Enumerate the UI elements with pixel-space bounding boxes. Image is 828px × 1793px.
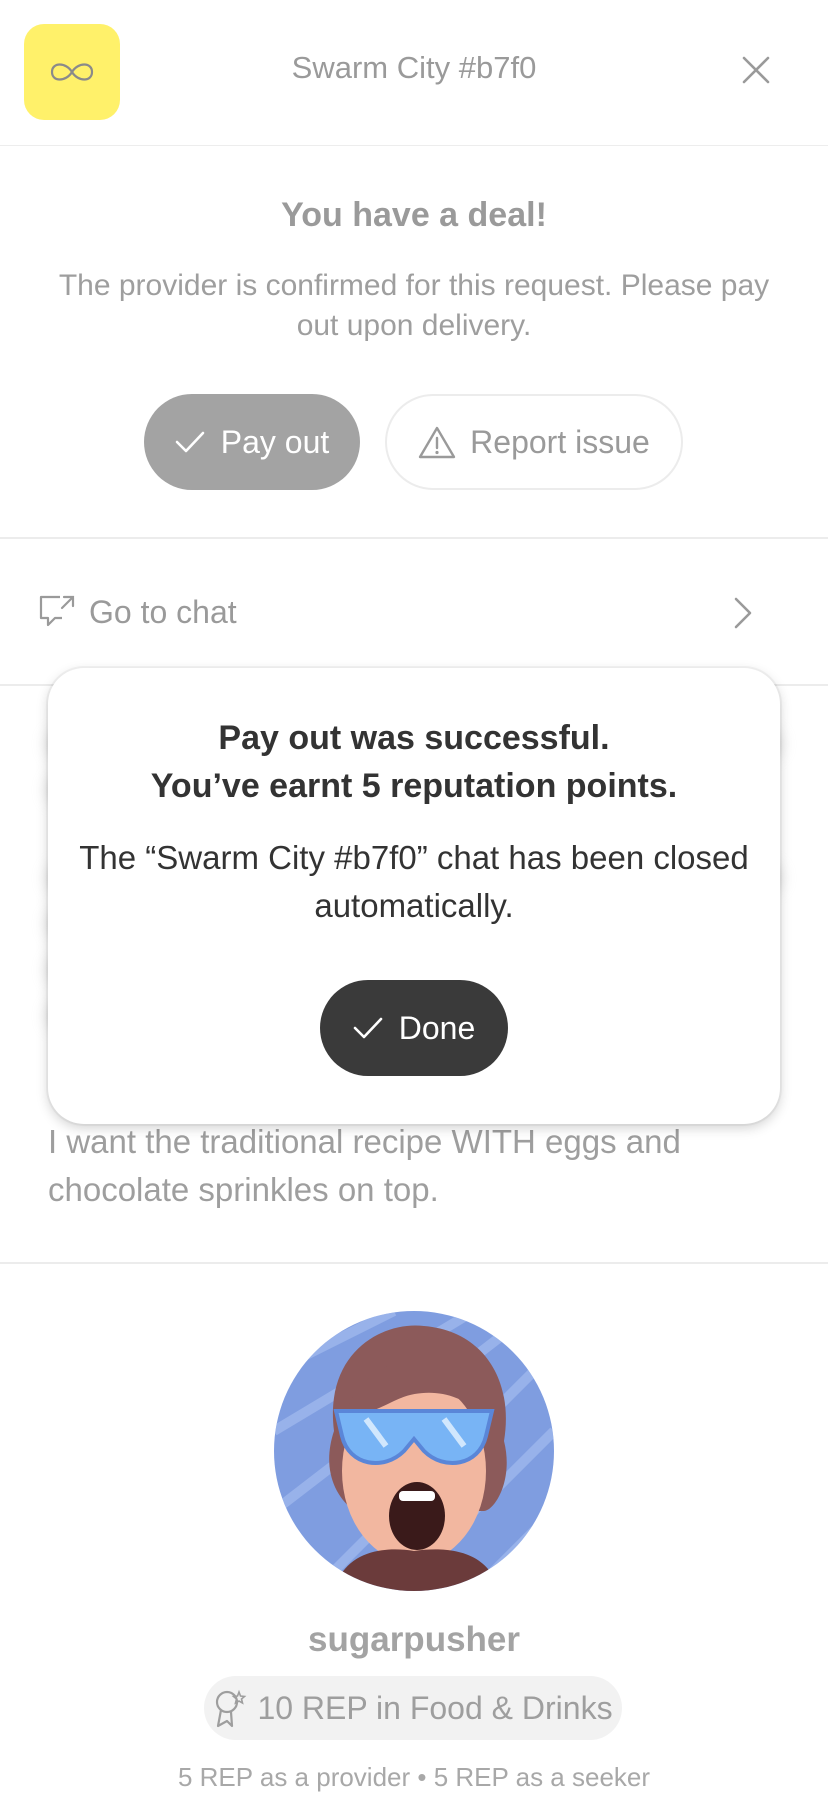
page-title: Swarm City #b7f0: [291, 50, 537, 85]
divider: [0, 537, 828, 539]
reputation-icon: [216, 1689, 247, 1728]
rep-summary: 5 REP as a provider • 5 REP as a seeker: [177, 1762, 651, 1792]
modal-body: The “Swarm City #b7f0” chat has been clo…: [79, 839, 749, 924]
rep-badge: 10 REP in Food & Drinks: [204, 1676, 622, 1740]
chat-link-icon: [39, 595, 75, 627]
checkmark-icon: [175, 431, 205, 453]
deal-description: The provider is confirmed for this reque…: [58, 269, 770, 342]
report-issue-label: Report issue: [470, 423, 650, 460]
divider: [0, 1262, 828, 1264]
deal-page: Swarm City #b7f0 You have a deal! The pr…: [0, 0, 828, 1792]
deal-title: You have a deal!: [281, 196, 547, 234]
pay-out-button[interactable]: Pay out: [144, 394, 360, 490]
chevron-right-icon: [734, 597, 752, 629]
checkmark-icon: [353, 1017, 383, 1039]
avatar[interactable]: [274, 1311, 554, 1591]
username: sugarpusher: [308, 1620, 520, 1659]
close-icon[interactable]: [738, 52, 774, 88]
success-modal: Pay out was successful. You’ve earnt 5 r…: [48, 668, 780, 1124]
header: Swarm City #b7f0: [0, 0, 828, 146]
modal-title: Pay out was successful. You’ve earnt 5 r…: [48, 714, 780, 810]
rep-badge-label: 10 REP in Food & Drinks: [257, 1689, 613, 1726]
request-description: I want the traditional recipe WITH eggs …: [48, 1123, 681, 1208]
avatar-illustration: [274, 1311, 554, 1591]
modal-title-line2: You’ve earnt 5 reputation points.: [150, 767, 678, 805]
done-button[interactable]: Done: [320, 980, 508, 1076]
modal-title-line1: Pay out was successful.: [218, 719, 610, 757]
go-to-chat-row[interactable]: Go to chat: [0, 560, 828, 664]
pay-out-label: Pay out: [220, 423, 330, 460]
warning-icon: [418, 426, 456, 459]
go-to-chat-label: Go to chat: [89, 594, 237, 630]
done-label: Done: [398, 1009, 476, 1046]
report-issue-button[interactable]: Report issue: [385, 394, 683, 490]
